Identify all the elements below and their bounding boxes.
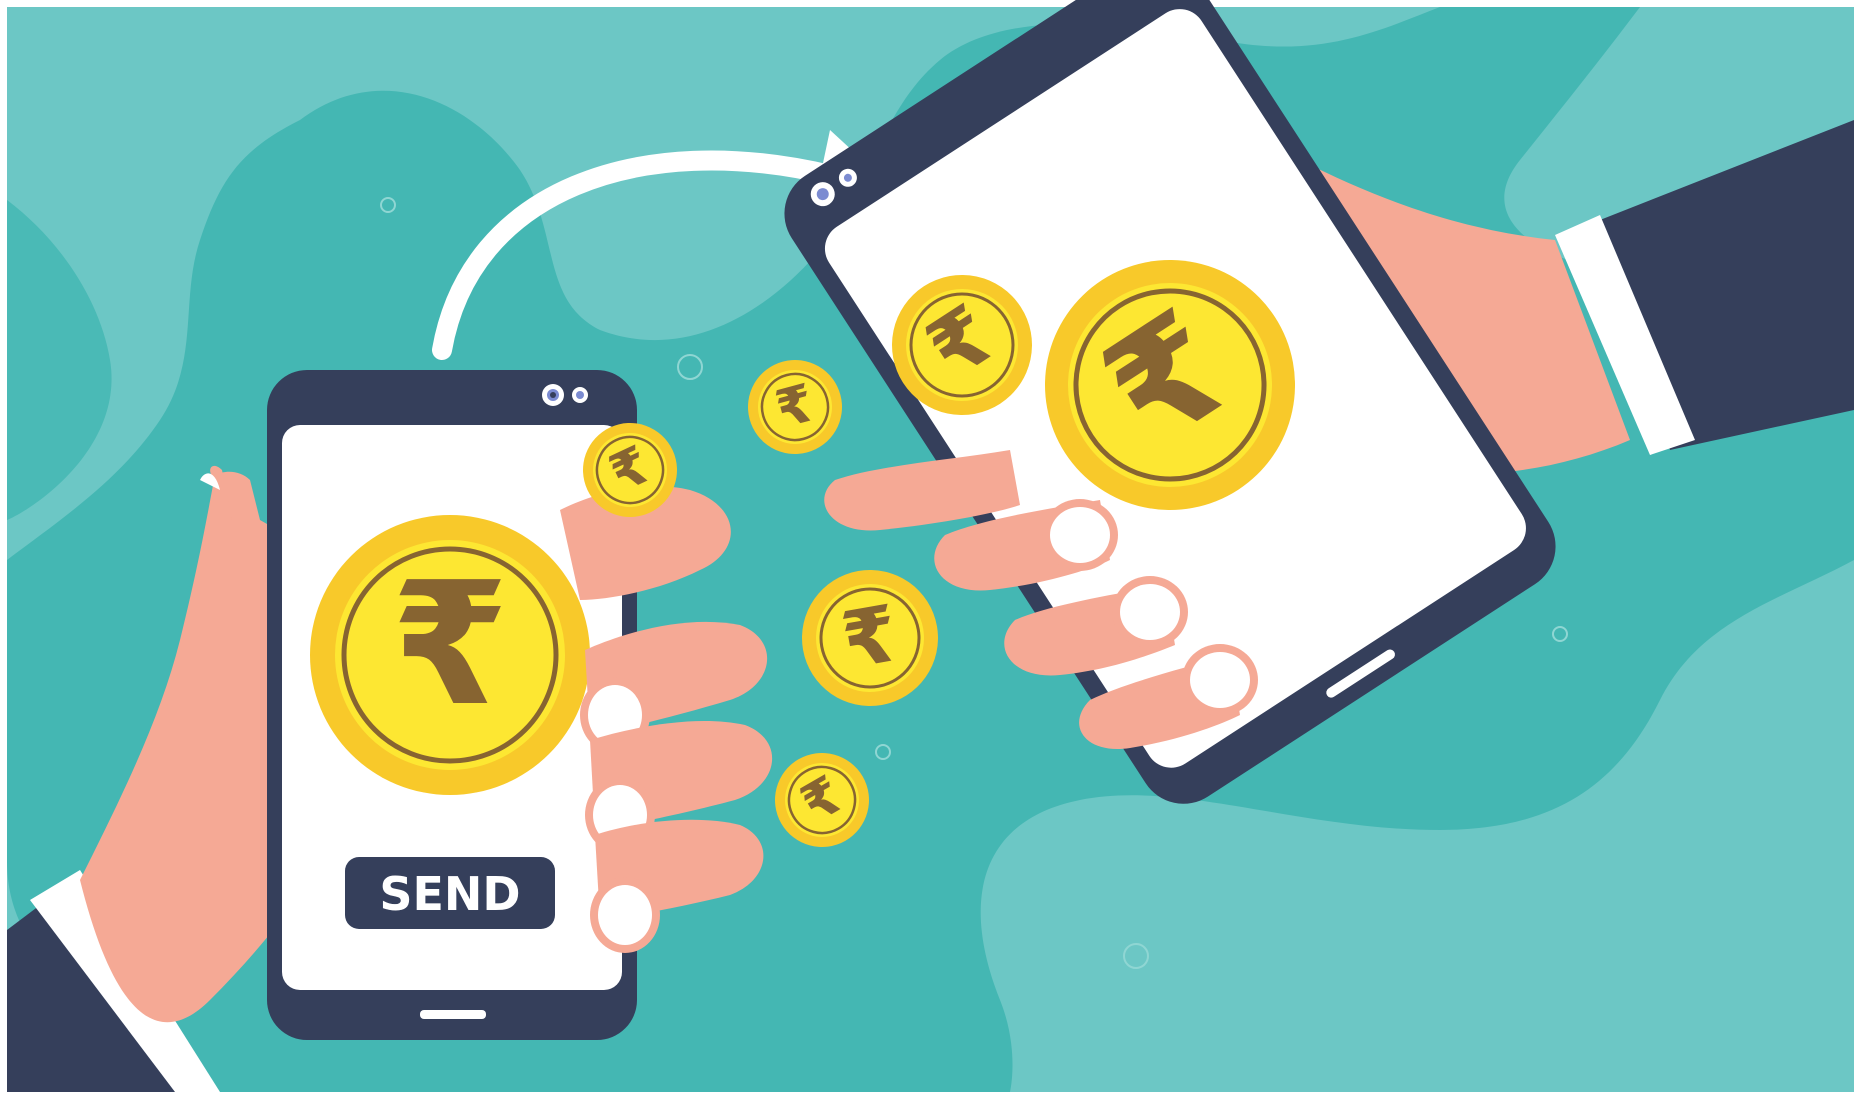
rupee-symbol: ₹: [391, 546, 509, 744]
rupee-coin-icon: ₹: [310, 515, 590, 795]
send-button[interactable]: SEND: [345, 857, 555, 929]
illustration-canvas: ₹ SEND ₹ ₹ ₹ ₹ ₹ ₹: [0, 0, 1861, 1099]
payment-transfer-illustration: ₹ SEND ₹ ₹ ₹ ₹ ₹ ₹: [0, 0, 1861, 1099]
send-button-label: SEND: [379, 867, 520, 921]
nail: [1120, 584, 1180, 640]
nail: [1050, 507, 1110, 563]
nail: [598, 885, 652, 945]
nail: [1190, 652, 1250, 708]
left-home-indicator: [420, 1010, 486, 1019]
